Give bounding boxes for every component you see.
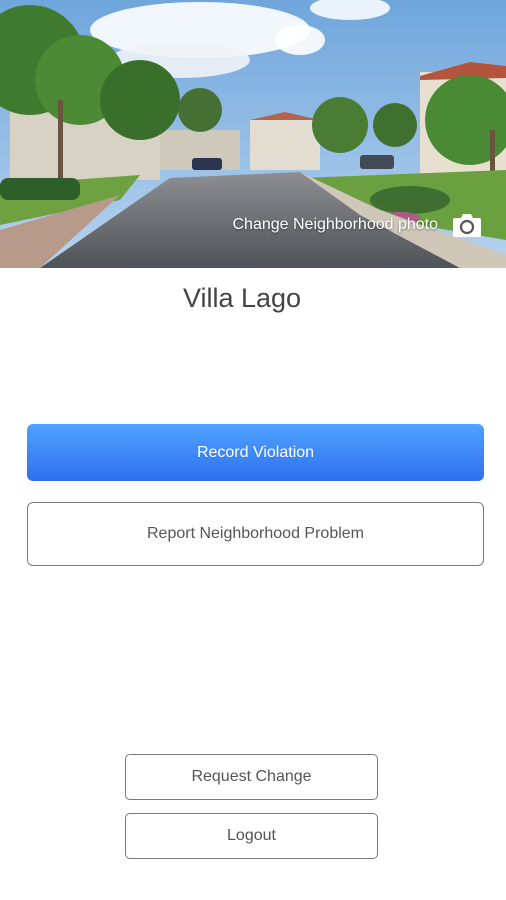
logout-button[interactable]: Logout (125, 813, 378, 859)
change-photo-label: Change Neighborhood photo (232, 216, 439, 233)
neighborhood-name: Villa Lago (182, 283, 302, 313)
request-change-button[interactable]: Request Change (125, 754, 378, 800)
report-neighborhood-problem-button[interactable]: Report Neighborhood Problem (27, 502, 484, 566)
change-photo-button[interactable]: Change Neighborhood photo (233, 212, 483, 238)
camera-icon (452, 212, 482, 238)
record-violation-button[interactable]: Record Violation (27, 424, 484, 481)
neighborhood-photo: Change Neighborhood photo (0, 0, 506, 268)
